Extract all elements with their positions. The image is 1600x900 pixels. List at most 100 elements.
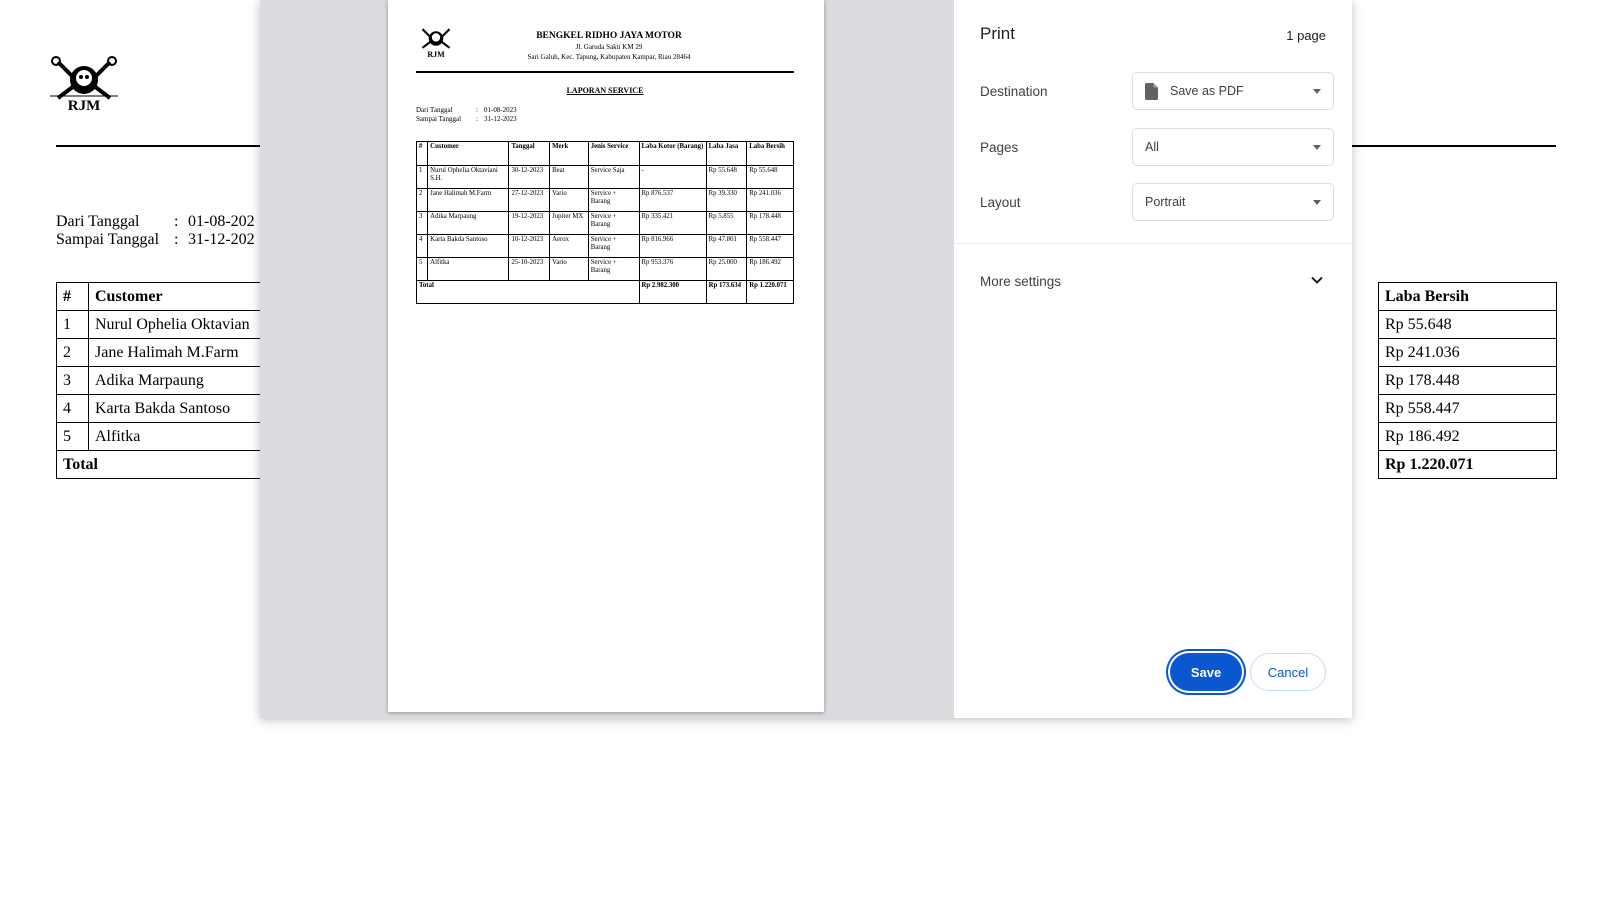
cell: Service + Barang [587, 234, 640, 258]
cell: Beat [549, 165, 589, 189]
date-to-label: Sampai Tanggal [56, 231, 160, 248]
page-count: 1 page [1286, 28, 1326, 43]
cell: Service + Barang [587, 188, 640, 212]
cell-laba-bersih: Rp 186.492 [1378, 422, 1557, 451]
date-to-value: 31-12-2023 [484, 114, 517, 123]
pages-value: All [1145, 140, 1159, 154]
logo-text: RJM [67, 98, 101, 114]
cell: Nurul Ophelia Oktaviani S.H. [427, 165, 510, 189]
print-settings-panel: Print 1 page Destination Save as PDF Pag… [954, 0, 1352, 718]
preview-logo: RJM [416, 26, 456, 62]
report-title: LAPORAN SERVICE [566, 86, 644, 95]
cell: Vario [549, 257, 589, 281]
cell: Rp 47.801 [705, 234, 748, 258]
preview-divider [416, 71, 794, 73]
cell: 27-12-2023 [508, 188, 551, 212]
cell: - [638, 165, 707, 189]
skull-crossed-wrenches-icon [421, 28, 451, 49]
date-from-value: 01-08-2023 [484, 106, 517, 114]
cell: 4 [415, 234, 429, 258]
cell: 1 [415, 165, 429, 189]
col-header-laba-bersih: Laba Bersih [1378, 282, 1557, 311]
table-row: Rp 178.448 [1378, 366, 1557, 395]
date-from-label: Dari Tanggal [416, 106, 453, 114]
date-range: Dari Tanggal:01-08-202 Sampai Tanggal:31… [56, 213, 255, 248]
destination-select[interactable]: Save as PDF [1132, 72, 1334, 110]
report-table-right: Laba Bersih Rp 55.648 Rp 241.036 Rp 178.… [1378, 282, 1557, 479]
cell: 2 [415, 188, 429, 212]
cell: Rp 816.966 [638, 234, 707, 258]
table-row: Rp 241.036 [1378, 338, 1557, 367]
chevron-down-icon[interactable] [1310, 273, 1324, 287]
total-row: Total Rp 2.982.300 Rp 173.634 Rp 1.220.0… [416, 280, 794, 304]
cell: Rp 335.421 [638, 211, 707, 235]
table-row: 3 Adika Marpaung 19-12-2023 Jupiter MX Servi… [415, 211, 794, 235]
cell-laba-bersih: Rp 558.447 [1378, 394, 1557, 423]
cell: Rp 178.448 [746, 211, 794, 235]
print-preview-page[interactable]: RJM BENGKEL RIDHO JAYA MOTOR Jl. Garuda … [388, 0, 824, 712]
cell: Aerox [549, 234, 589, 258]
dropdown-caret-icon [1313, 145, 1321, 150]
total-laba-jasa: Rp 173.634 [705, 280, 748, 304]
cell-laba-bersih: Rp 178.448 [1378, 366, 1557, 395]
cell: 19-12-2023 [508, 211, 551, 235]
cell-laba-bersih: Rp 55.648 [1378, 310, 1557, 339]
pages-label: Pages [980, 140, 1019, 155]
total-laba-bersih: Rp 1.220.071 [1378, 450, 1557, 479]
cell: Rp 186.492 [746, 257, 794, 281]
cell: Jupiter MX [549, 211, 589, 235]
dropdown-caret-icon [1313, 200, 1321, 205]
cell: Rp 558.447 [746, 234, 794, 258]
preview-logo-text: RJM [427, 50, 445, 59]
cell: 30-12-2023 [508, 165, 551, 189]
cell: Rp 55.648 [746, 165, 794, 189]
table-row: 4 Karta Bakda Santoso 10-12-2023 Aerox Servi… [415, 234, 794, 258]
col-header: Tanggal [508, 141, 551, 166]
cell: 5 [415, 257, 429, 281]
col-header: Customer [427, 141, 510, 166]
cancel-button[interactable]: Cancel [1250, 653, 1326, 691]
cell: Service Saja [587, 165, 640, 189]
cell: Rp 953.376 [638, 257, 707, 281]
address-line-1: Jl. Garuda Sakti KM 29 [575, 43, 643, 51]
document-icon [1145, 82, 1158, 100]
total-laba-kotor: Rp 2.982.300 [638, 280, 707, 304]
cell: Jane Halimah M.Farm [427, 188, 510, 212]
col-header: Laba Jasa [705, 141, 748, 166]
layout-label: Layout [980, 195, 1021, 210]
more-settings-toggle[interactable]: More settings [980, 274, 1061, 289]
cell: Rp 876.537 [638, 188, 707, 212]
rjm-logo: RJM [46, 56, 122, 120]
table-row: 5 Alfitka 25-10-2023 Vario Service + Barang R… [415, 257, 794, 281]
col-header: Laba Kotor (Barang) [638, 141, 707, 166]
cell: Service + Barang [587, 211, 640, 235]
table-row: 1 Nurul Ophelia Oktaviani S.H. 30-12-2023 B… [415, 165, 794, 189]
cell-number: 4 [56, 394, 89, 423]
cell: Alfitka [427, 257, 510, 281]
print-title: Print [980, 24, 1015, 43]
cell: 10-12-2023 [508, 234, 551, 258]
address-line-2: Sari Galuh, Kec. Tapung, Kabupaten Kampa… [527, 53, 691, 61]
date-to-label: Sampai Tanggal [416, 114, 462, 123]
layout-select[interactable]: Portrait [1132, 183, 1334, 221]
save-button[interactable]: Save [1170, 653, 1242, 691]
print-dialog: RJM BENGKEL RIDHO JAYA MOTOR Jl. Garuda … [260, 0, 1352, 718]
destination-value: Save as PDF [1170, 84, 1244, 98]
pages-select[interactable]: All [1132, 128, 1334, 166]
col-header: Jenis Service [587, 141, 640, 166]
layout-value: Portrait [1145, 195, 1186, 209]
total-laba-bersih: Rp 1.220.071 [746, 280, 794, 304]
preview-date-range: Dari Tanggal:01-08-2023 Sampai Tanggal:3… [416, 106, 517, 123]
cell-laba-bersih: Rp 241.036 [1378, 338, 1557, 367]
cell: Rp 55.648 [705, 165, 748, 189]
total-label: Total [416, 280, 640, 304]
col-header: # [415, 141, 429, 166]
cell: Rp 25.000 [705, 257, 748, 281]
cell: 25-10-2023 [508, 257, 551, 281]
cell: Rp 39.330 [705, 188, 748, 212]
cell-number: 2 [56, 338, 89, 367]
date-from-value: 01-08-202 [188, 213, 255, 230]
cell-number: 3 [56, 366, 89, 395]
date-to-value: 31-12-202 [188, 231, 255, 248]
section-divider [954, 243, 1352, 244]
